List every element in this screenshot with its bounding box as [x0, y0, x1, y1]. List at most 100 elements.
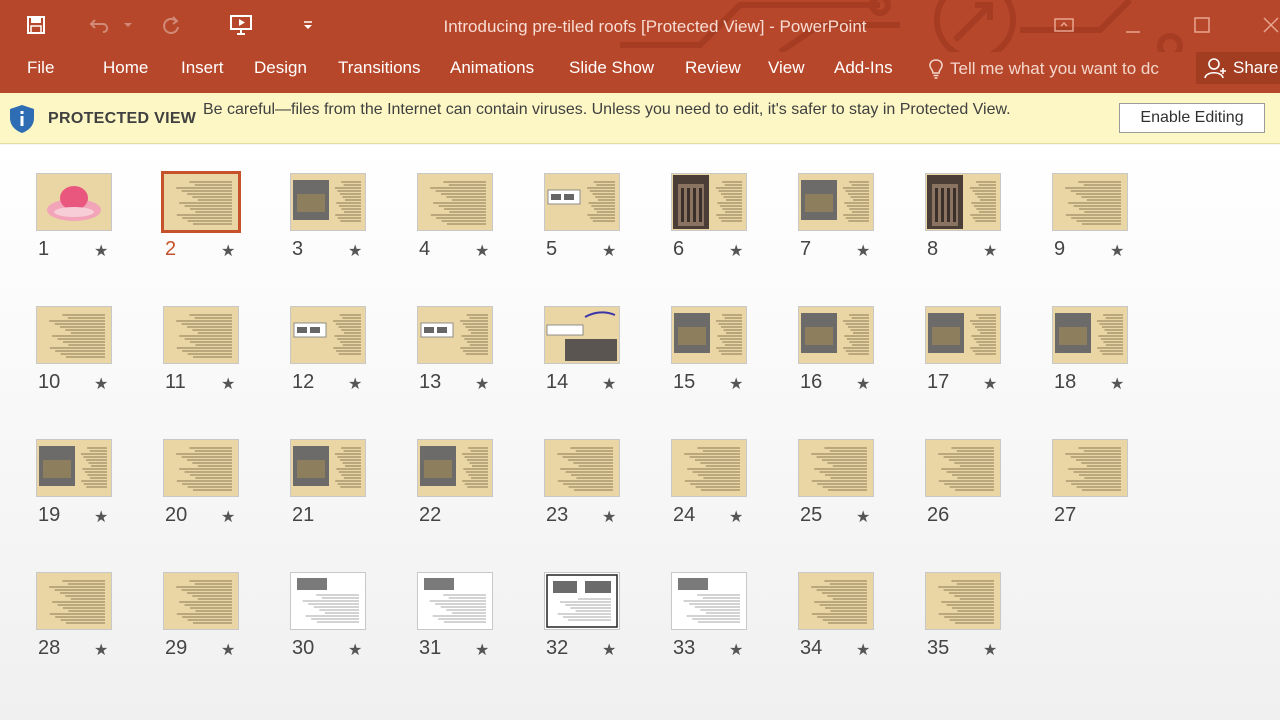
slide-thumbnail[interactable]	[290, 173, 366, 231]
slide-preview-image	[547, 181, 615, 222]
redo-button[interactable]	[157, 12, 185, 38]
slide-thumbnail[interactable]	[36, 572, 112, 630]
animation-star-icon[interactable]: ★	[729, 640, 743, 660]
slide-thumbnail[interactable]	[1052, 173, 1128, 231]
caret-down-icon	[124, 23, 132, 27]
animation-star-icon[interactable]: ★	[94, 241, 108, 261]
animation-star-icon[interactable]: ★	[94, 507, 108, 527]
slide-preview-image	[297, 578, 359, 623]
animation-star-icon[interactable]: ★	[729, 507, 743, 527]
ribbon-display-options-button[interactable]	[1041, 10, 1087, 40]
undo-button[interactable]	[86, 12, 114, 38]
slide-thumbnail[interactable]	[925, 306, 1001, 364]
redo-icon	[163, 16, 179, 34]
animation-star-icon[interactable]: ★	[475, 640, 489, 660]
animation-star-icon[interactable]: ★	[983, 374, 997, 394]
animation-star-icon[interactable]: ★	[221, 507, 235, 527]
animation-star-icon[interactable]: ★	[348, 374, 362, 394]
slide-number: 28	[38, 637, 61, 659]
slide-thumbnail[interactable]	[798, 173, 874, 231]
tab-animations[interactable]: Animations	[450, 58, 534, 78]
animation-star-icon[interactable]: ★	[856, 241, 870, 261]
slide-thumbnail[interactable]	[36, 173, 112, 231]
animation-star-icon[interactable]: ★	[348, 640, 362, 660]
slide-thumbnail[interactable]	[671, 572, 747, 630]
animation-star-icon[interactable]: ★	[856, 374, 870, 394]
maximize-button[interactable]	[1179, 10, 1225, 40]
animation-star-icon[interactable]: ★	[221, 241, 235, 261]
animation-star-icon[interactable]: ★	[1110, 374, 1124, 394]
slide-preview-image	[430, 181, 486, 225]
slide-thumbnail[interactable]	[544, 306, 620, 364]
tab-transitions[interactable]: Transitions	[338, 58, 421, 78]
undo-dropdown[interactable]	[121, 12, 135, 38]
slide-thumbnail[interactable]	[925, 173, 1001, 231]
animation-star-icon[interactable]: ★	[94, 640, 108, 660]
tab-review[interactable]: Review	[685, 58, 741, 78]
slide-thumbnail[interactable]	[290, 439, 366, 497]
slide-thumbnail[interactable]	[925, 572, 1001, 630]
slide-thumbnail[interactable]	[36, 306, 112, 364]
animation-star-icon[interactable]: ★	[602, 507, 616, 527]
animation-star-icon[interactable]: ★	[602, 374, 616, 394]
slide-number: 32	[546, 637, 569, 659]
animation-star-icon[interactable]: ★	[475, 241, 489, 261]
slide-thumbnail[interactable]	[417, 439, 493, 497]
animation-star-icon[interactable]: ★	[602, 640, 616, 660]
slide-thumbnail[interactable]	[163, 572, 239, 630]
tab-view[interactable]: View	[768, 58, 805, 78]
slide-thumbnail[interactable]	[163, 306, 239, 364]
slide-thumbnail[interactable]	[417, 173, 493, 231]
slide-thumbnail[interactable]	[161, 171, 241, 233]
animation-star-icon[interactable]: ★	[729, 241, 743, 261]
slide-thumbnail[interactable]	[290, 572, 366, 630]
slide-thumbnail[interactable]	[671, 306, 747, 364]
customize-qat-button[interactable]	[300, 12, 316, 38]
save-button[interactable]	[22, 12, 50, 38]
slide-number: 5	[546, 238, 558, 260]
slide-thumbnail[interactable]	[417, 306, 493, 364]
animation-star-icon[interactable]: ★	[221, 374, 235, 394]
slide-thumbnail[interactable]	[544, 572, 620, 630]
slide-thumbnail[interactable]	[1052, 306, 1128, 364]
slide-thumbnail[interactable]	[417, 572, 493, 630]
tab-add-ins[interactable]: Add-Ins	[834, 58, 893, 78]
animation-star-icon[interactable]: ★	[348, 241, 362, 261]
slide-thumbnail[interactable]	[1052, 439, 1128, 497]
slide-thumbnail[interactable]	[544, 173, 620, 231]
enable-editing-button[interactable]: Enable Editing	[1119, 103, 1265, 133]
tab-file[interactable]: File	[27, 58, 54, 78]
slide-thumbnail[interactable]	[671, 173, 747, 231]
slide-thumbnail[interactable]	[544, 439, 620, 497]
tab-insert[interactable]: Insert	[181, 58, 224, 78]
animation-star-icon[interactable]: ★	[856, 507, 870, 527]
slide-thumbnail[interactable]	[798, 439, 874, 497]
animation-star-icon[interactable]: ★	[94, 374, 108, 394]
tab-slide-show[interactable]: Slide Show	[569, 58, 654, 78]
slide-preview-image	[293, 314, 361, 355]
animation-star-icon[interactable]: ★	[475, 374, 489, 394]
share-button[interactable]: Share	[1196, 52, 1280, 84]
tab-design[interactable]: Design	[254, 58, 307, 78]
tell-me-search[interactable]: Tell me what you want to dc	[928, 58, 1159, 80]
slide-thumbnail[interactable]	[36, 439, 112, 497]
animation-star-icon[interactable]: ★	[983, 640, 997, 660]
slide-thumbnail[interactable]	[290, 306, 366, 364]
protected-view-message: Be careful—files from the Internet can c…	[203, 101, 1011, 118]
minimize-button[interactable]	[1110, 10, 1156, 40]
slide-number: 31	[419, 637, 442, 659]
animation-star-icon[interactable]: ★	[983, 241, 997, 261]
animation-star-icon[interactable]: ★	[856, 640, 870, 660]
slide-thumbnail[interactable]	[925, 439, 1001, 497]
slide-thumbnail[interactable]	[671, 439, 747, 497]
slide-thumbnail[interactable]	[798, 572, 874, 630]
animation-star-icon[interactable]: ★	[729, 374, 743, 394]
animation-star-icon[interactable]: ★	[602, 241, 616, 261]
slide-thumbnail[interactable]	[798, 306, 874, 364]
animation-star-icon[interactable]: ★	[1110, 241, 1124, 261]
start-from-beginning-button[interactable]	[226, 12, 256, 38]
tab-home[interactable]: Home	[103, 58, 148, 78]
slide-thumbnail[interactable]	[163, 439, 239, 497]
animation-star-icon[interactable]: ★	[221, 640, 235, 660]
close-button[interactable]	[1248, 10, 1280, 40]
